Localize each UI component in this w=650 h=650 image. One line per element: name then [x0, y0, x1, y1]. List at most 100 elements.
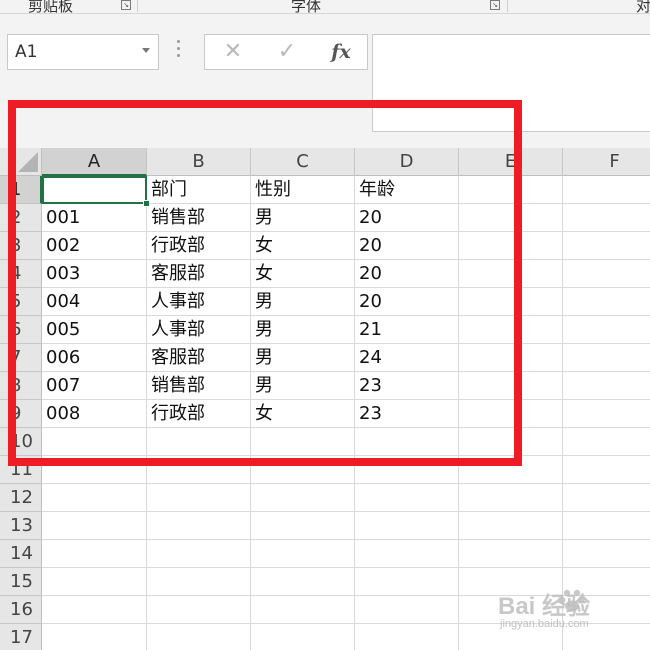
cell-c8[interactable]: 男 — [251, 372, 355, 400]
row-header-14[interactable]: 14 — [0, 540, 42, 568]
cell-a7[interactable]: 006 — [42, 344, 147, 372]
cell-f16[interactable] — [563, 596, 650, 624]
cell-d7[interactable]: 24 — [355, 344, 459, 372]
cell-d2[interactable]: 20 — [355, 204, 459, 232]
cell-b16[interactable] — [147, 596, 251, 624]
row-header-9[interactable]: 9 — [0, 400, 42, 428]
cell-c3[interactable]: 女 — [251, 232, 355, 260]
cell-d1[interactable]: 年龄 — [355, 176, 459, 204]
cell-b17[interactable] — [147, 624, 251, 650]
row-header-15[interactable]: 15 — [0, 568, 42, 596]
cell-c2[interactable]: 男 — [251, 204, 355, 232]
row-header-6[interactable]: 6 — [0, 316, 42, 344]
cell-f5[interactable] — [563, 288, 650, 316]
cell-f1[interactable] — [563, 176, 650, 204]
cell-a2[interactable]: 001 — [42, 204, 147, 232]
cell-d16[interactable] — [355, 596, 459, 624]
cell-b12[interactable] — [147, 484, 251, 512]
formula-bar-grip-icon[interactable] — [177, 40, 181, 62]
cell-b10[interactable] — [147, 428, 251, 456]
cell-b7[interactable]: 客服部 — [147, 344, 251, 372]
cell-e7[interactable] — [459, 344, 563, 372]
cell-d14[interactable] — [355, 540, 459, 568]
cell-b4[interactable]: 客服部 — [147, 260, 251, 288]
cell-f10[interactable] — [563, 428, 650, 456]
cell-e11[interactable] — [459, 456, 563, 484]
cell-e14[interactable] — [459, 540, 563, 568]
row-header-1[interactable]: 1 — [0, 176, 42, 204]
cell-f2[interactable] — [563, 204, 650, 232]
cell-f15[interactable] — [563, 568, 650, 596]
cell-c4[interactable]: 女 — [251, 260, 355, 288]
cell-b1[interactable]: 部门 — [147, 176, 251, 204]
cell-b13[interactable] — [147, 512, 251, 540]
font-launcher-icon[interactable]: ↘ — [490, 0, 500, 10]
cell-c1[interactable]: 性别 — [251, 176, 355, 204]
cell-f13[interactable] — [563, 512, 650, 540]
cell-b8[interactable]: 销售部 — [147, 372, 251, 400]
cell-f14[interactable] — [563, 540, 650, 568]
name-box[interactable]: A1 — [7, 34, 159, 70]
row-header-4[interactable]: 4 — [0, 260, 42, 288]
cell-c15[interactable] — [251, 568, 355, 596]
cell-a13[interactable] — [42, 512, 147, 540]
cell-d15[interactable] — [355, 568, 459, 596]
cell-d6[interactable]: 21 — [355, 316, 459, 344]
cell-a17[interactable] — [42, 624, 147, 650]
cell-a3[interactable]: 002 — [42, 232, 147, 260]
column-header-f[interactable]: F — [563, 148, 650, 176]
fill-handle[interactable] — [143, 200, 150, 207]
cell-a8[interactable]: 007 — [42, 372, 147, 400]
formula-input[interactable] — [372, 34, 650, 132]
row-header-8[interactable]: 8 — [0, 372, 42, 400]
cell-f7[interactable] — [563, 344, 650, 372]
cell-e3[interactable] — [459, 232, 563, 260]
cell-e8[interactable] — [459, 372, 563, 400]
ribbon-group-alignment-label[interactable]: 对 — [636, 0, 650, 13]
insert-function-icon[interactable]: fx — [321, 38, 361, 66]
cell-a10[interactable] — [42, 428, 147, 456]
cell-a15[interactable] — [42, 568, 147, 596]
cell-a16[interactable] — [42, 596, 147, 624]
cell-e17[interactable] — [459, 624, 563, 650]
cell-a1[interactable] — [42, 176, 147, 204]
cell-b2[interactable]: 销售部 — [147, 204, 251, 232]
cell-c6[interactable]: 男 — [251, 316, 355, 344]
cell-d5[interactable]: 20 — [355, 288, 459, 316]
cell-d3[interactable]: 20 — [355, 232, 459, 260]
cell-b6[interactable]: 人事部 — [147, 316, 251, 344]
cell-d13[interactable] — [355, 512, 459, 540]
cell-d4[interactable]: 20 — [355, 260, 459, 288]
cell-b11[interactable] — [147, 456, 251, 484]
ribbon-group-font-label[interactable]: 字体 — [291, 0, 321, 13]
row-header-11[interactable]: 11 — [0, 456, 42, 484]
column-header-d[interactable]: D — [355, 148, 459, 176]
cell-e10[interactable] — [459, 428, 563, 456]
cell-b15[interactable] — [147, 568, 251, 596]
cell-e5[interactable] — [459, 288, 563, 316]
row-header-13[interactable]: 13 — [0, 512, 42, 540]
cell-a6[interactable]: 005 — [42, 316, 147, 344]
row-header-3[interactable]: 3 — [0, 232, 42, 260]
cell-e13[interactable] — [459, 512, 563, 540]
column-header-c[interactable]: C — [251, 148, 355, 176]
row-header-10[interactable]: 10 — [0, 428, 42, 456]
select-all-button[interactable] — [0, 148, 42, 176]
row-header-7[interactable]: 7 — [0, 344, 42, 372]
cell-c13[interactable] — [251, 512, 355, 540]
cell-b14[interactable] — [147, 540, 251, 568]
cancel-icon[interactable]: ✕ — [213, 38, 253, 66]
cell-c16[interactable] — [251, 596, 355, 624]
cell-a4[interactable]: 003 — [42, 260, 147, 288]
cell-a9[interactable]: 008 — [42, 400, 147, 428]
cell-f9[interactable] — [563, 400, 650, 428]
cell-e6[interactable] — [459, 316, 563, 344]
column-header-e[interactable]: E — [459, 148, 563, 176]
clipboard-launcher-icon[interactable]: ↘ — [121, 0, 131, 10]
cell-c9[interactable]: 女 — [251, 400, 355, 428]
cell-b5[interactable]: 人事部 — [147, 288, 251, 316]
cell-f3[interactable] — [563, 232, 650, 260]
cell-d12[interactable] — [355, 484, 459, 512]
cell-c7[interactable]: 男 — [251, 344, 355, 372]
cell-e1[interactable] — [459, 176, 563, 204]
